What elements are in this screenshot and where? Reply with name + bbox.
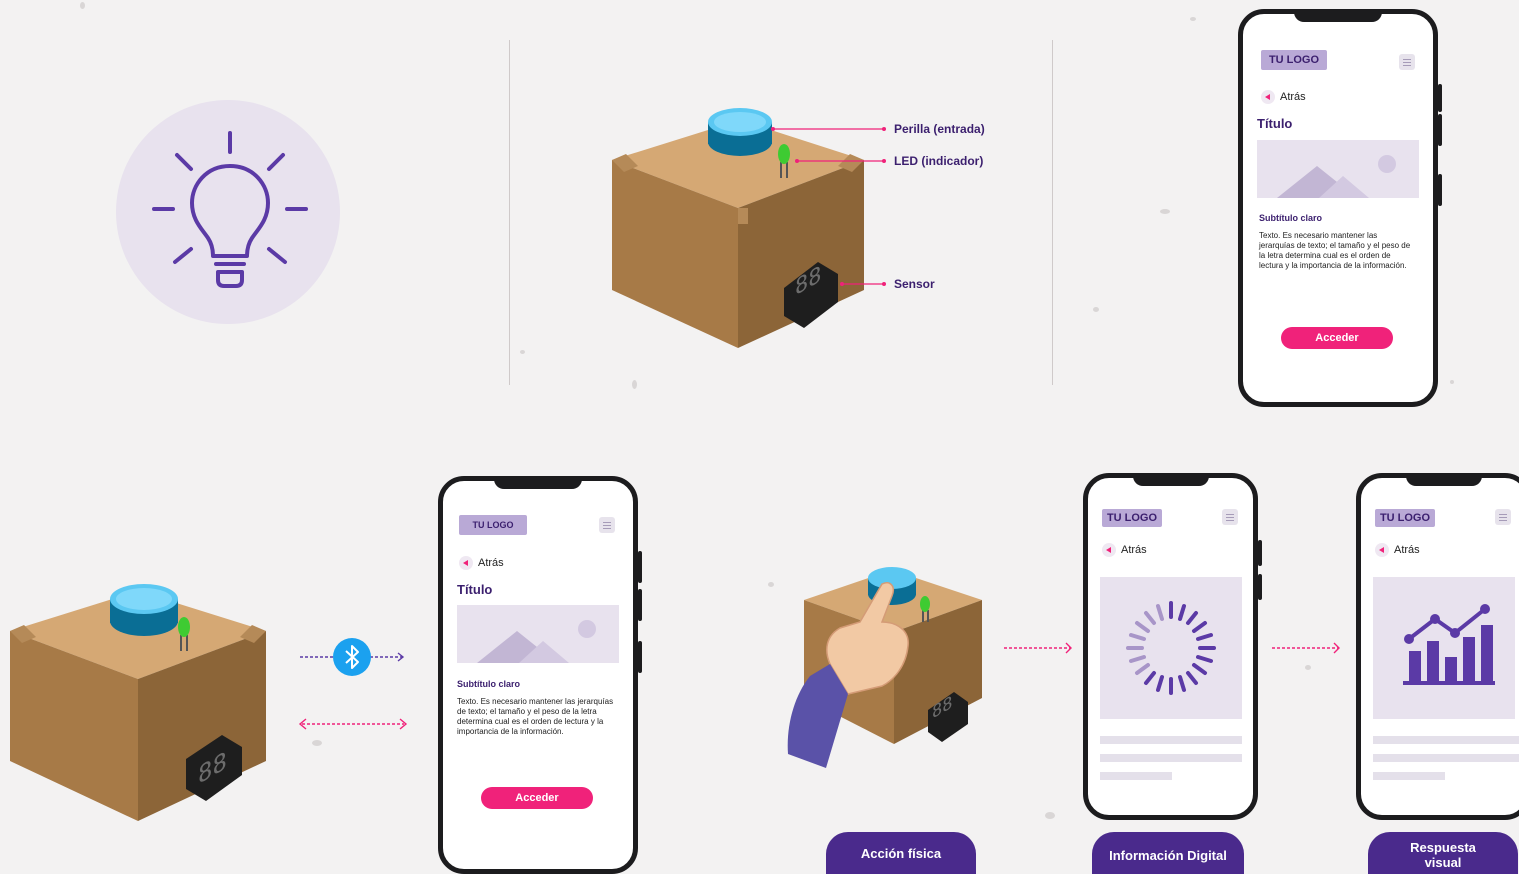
image-placeholder xyxy=(457,605,619,663)
screen-title: Título xyxy=(457,582,493,597)
back-arrow-icon xyxy=(1102,543,1116,557)
bluetooth-icon xyxy=(333,638,371,676)
step-label-physical-action: Acción física xyxy=(826,832,976,874)
bar-chart-icon xyxy=(1403,604,1495,685)
hand-icon xyxy=(787,582,909,768)
logo-badge: TU LOGO xyxy=(1375,509,1435,527)
phone-visual-response: TU LOGO Atrás xyxy=(1356,473,1519,820)
back-link[interactable]: Atrás xyxy=(459,556,504,570)
screen-body: Texto. Es necesario mantener las jerarqu… xyxy=(457,697,614,736)
phone-bottom-left: TU LOGO Atrás Título Subtítulo claro Tex… xyxy=(438,476,642,874)
menu-icon[interactable] xyxy=(1495,509,1511,525)
step-label-visual-response: Respuesta visual xyxy=(1368,832,1518,874)
connection-arrows xyxy=(298,642,1340,730)
back-link[interactable]: Atrás xyxy=(1102,543,1147,557)
access-button[interactable]: Acceder xyxy=(481,787,593,809)
step-label-digital-info: Información Digital xyxy=(1092,832,1244,874)
menu-icon[interactable] xyxy=(1222,509,1238,525)
phone-digital-info: TU LOGO Atrás xyxy=(1083,473,1262,820)
back-arrow-icon xyxy=(459,556,473,570)
screen-subtitle: Subtítulo claro xyxy=(457,679,520,689)
menu-icon[interactable] xyxy=(599,517,615,533)
logo-badge: TU LOGO xyxy=(1102,509,1162,527)
back-link[interactable]: Atrás xyxy=(1375,543,1420,557)
back-arrow-icon xyxy=(1375,543,1389,557)
image-icon xyxy=(477,620,596,663)
logo-badge: TU LOGO xyxy=(459,515,527,535)
loading-spinner-icon xyxy=(1126,601,1216,695)
loading-panel xyxy=(1100,577,1242,719)
chart-panel xyxy=(1373,577,1515,719)
